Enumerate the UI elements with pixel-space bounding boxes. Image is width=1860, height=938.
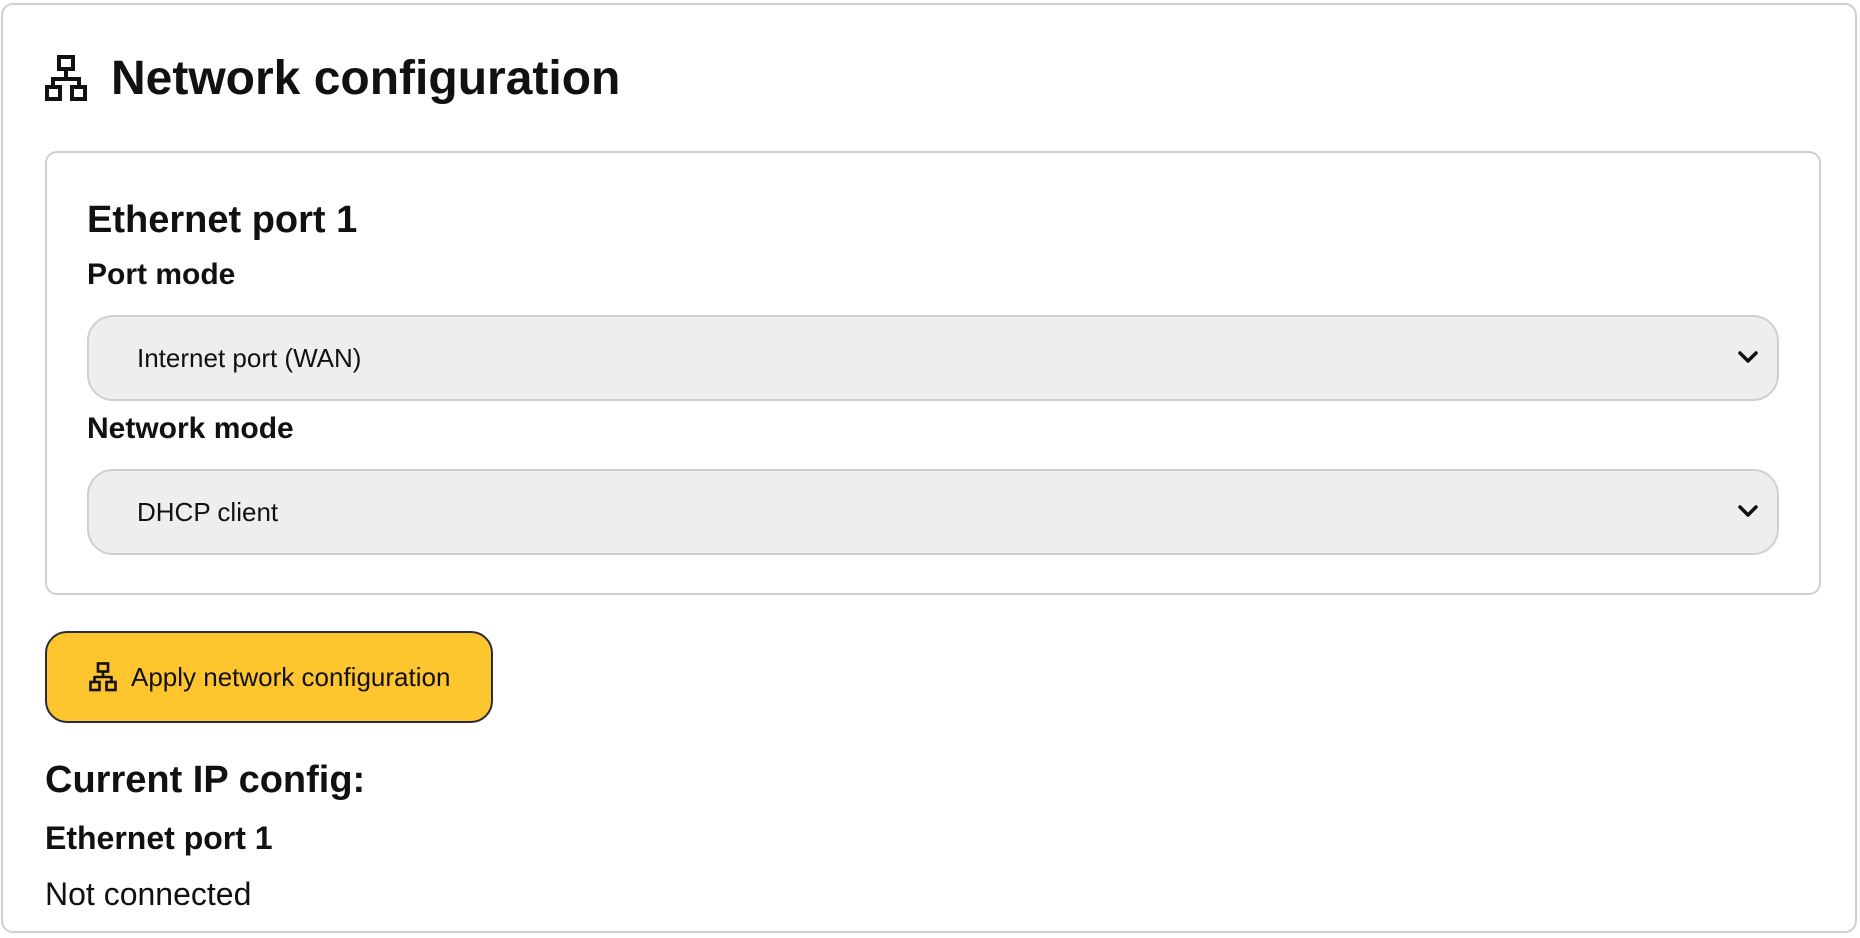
apply-network-configuration-button[interactable]: Apply network configuration bbox=[45, 631, 493, 723]
network-mode-label: Network mode bbox=[87, 412, 294, 445]
current-ip-config-title: Current IP config: bbox=[45, 759, 366, 801]
network-mode-select[interactable]: DHCP client bbox=[87, 469, 1779, 555]
network-icon bbox=[89, 662, 117, 692]
current-ip-port-name: Ethernet port 1 bbox=[45, 820, 273, 856]
port-mode-label: Port mode bbox=[87, 258, 236, 291]
network-mode-value: DHCP client bbox=[137, 497, 279, 527]
apply-button-label: Apply network configuration bbox=[131, 662, 451, 692]
network-icon bbox=[45, 55, 87, 101]
connection-status: Not connected bbox=[45, 876, 252, 912]
port-mode-value: Internet port (WAN) bbox=[137, 343, 362, 373]
chevron-down-icon bbox=[1738, 351, 1758, 363]
ethernet-port-card: Ethernet port 1 Port mode Internet port … bbox=[45, 151, 1821, 595]
page-frame: Network configuration Ethernet port 1 Po… bbox=[1, 3, 1857, 933]
card-title: Ethernet port 1 bbox=[87, 199, 358, 241]
page-header: Network configuration bbox=[45, 49, 620, 109]
page-title: Network configuration bbox=[111, 52, 621, 105]
chevron-down-icon bbox=[1738, 505, 1758, 517]
port-mode-select[interactable]: Internet port (WAN) bbox=[87, 315, 1779, 401]
